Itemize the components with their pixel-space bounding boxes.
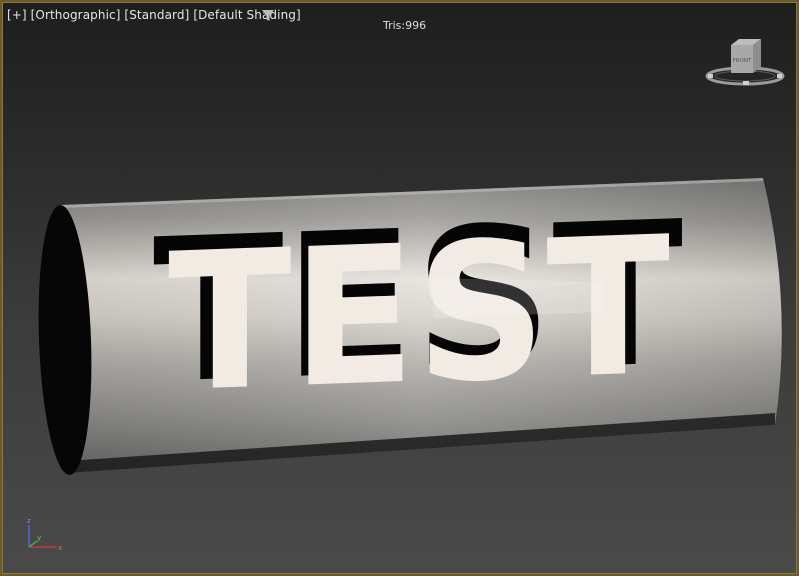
svg-text:x: x [58, 544, 62, 552]
viewport-standard-menu[interactable]: [Standard] [124, 8, 189, 22]
viewport-view-menu[interactable]: [Orthographic] [31, 8, 121, 22]
3d-viewport[interactable]: TEST TEST [+] [Orthographic] [Standard] … [2, 2, 797, 574]
viewport-plus-menu[interactable]: [+] [7, 8, 27, 22]
svg-text:z: z [27, 517, 31, 525]
svg-text:FRONT: FRONT [733, 58, 752, 64]
svg-text:y: y [37, 534, 41, 542]
scene-canvas: TEST TEST [38, 178, 782, 475]
test-cutout: TEST TEST [153, 178, 683, 434]
viewport-label-menu[interactable]: [+] [Orthographic] [Standard] [Default S… [7, 8, 301, 22]
triangle-count: Tris:996 [383, 19, 427, 32]
svg-text:TEST: TEST [168, 196, 670, 434]
filter-funnel-icon[interactable] [261, 9, 275, 22]
viewcube-icon[interactable]: FRONT [703, 37, 787, 91]
axis-tripod-icon: z x y [27, 517, 62, 552]
viewport-shading-menu[interactable]: [Default Shading] [193, 8, 300, 22]
